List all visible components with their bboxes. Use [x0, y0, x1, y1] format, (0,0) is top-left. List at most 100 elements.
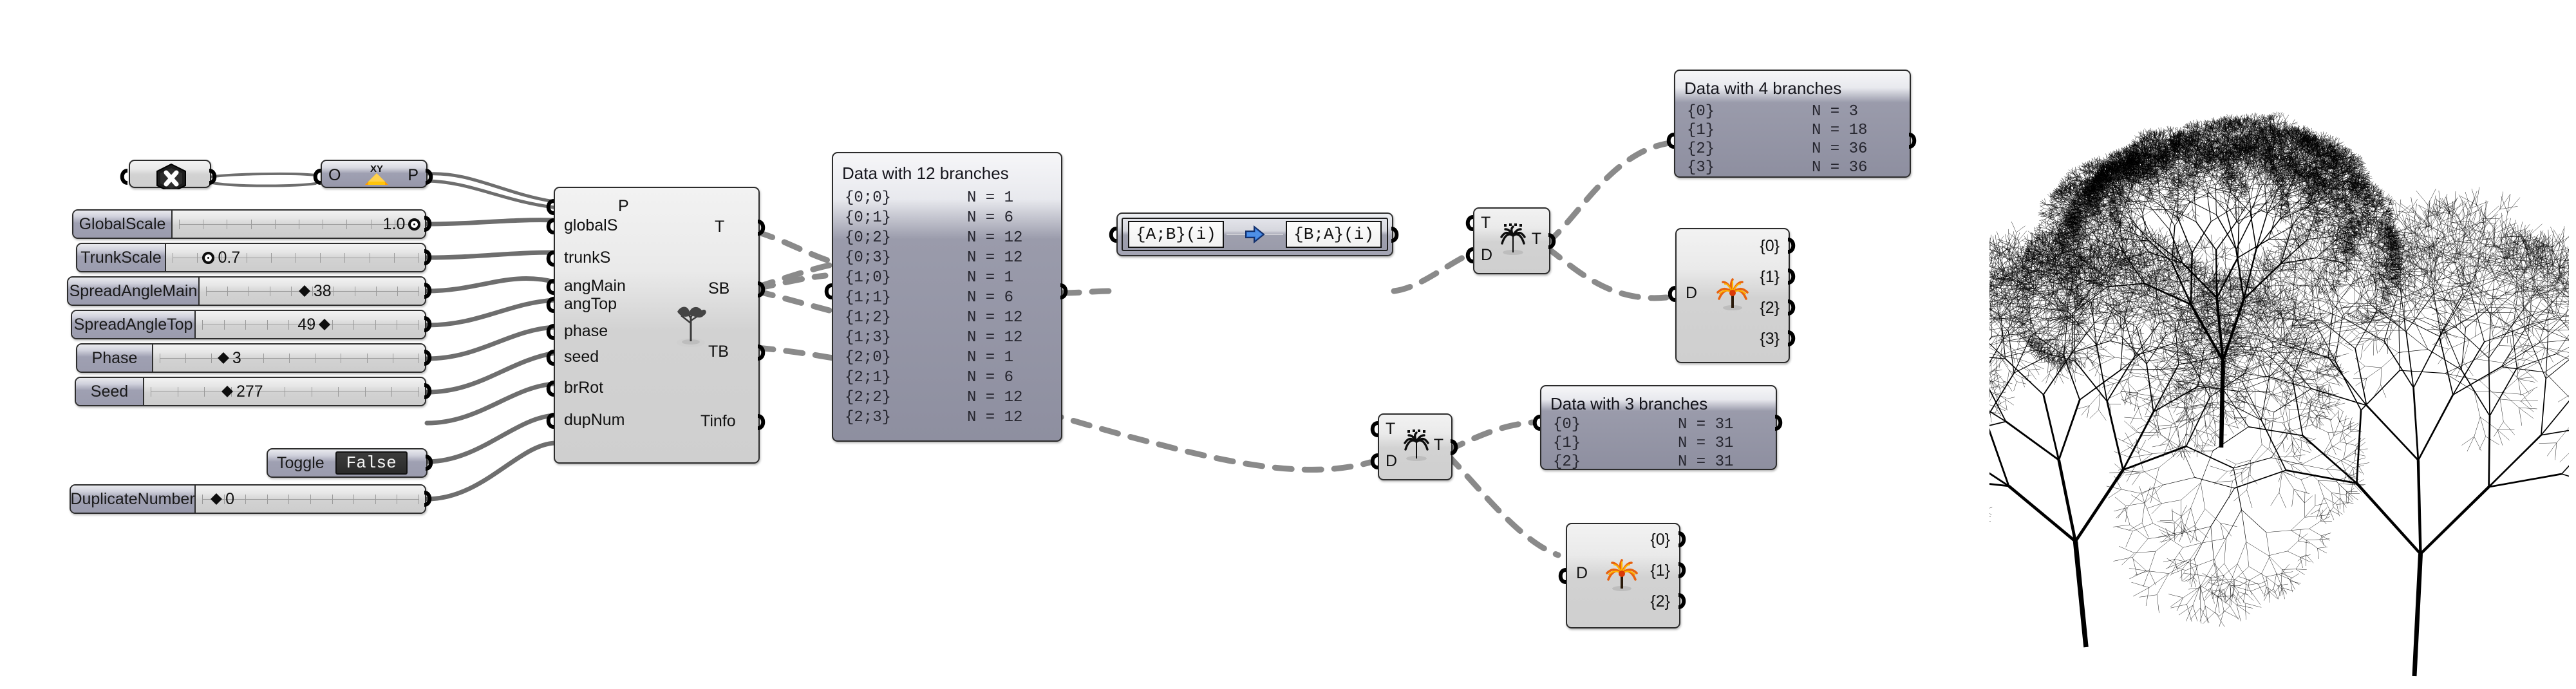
slider-knob-diamond-icon[interactable] [218, 346, 229, 358]
panel-4-title: Data with 4 branches [1684, 79, 1841, 99]
global-scale-slider-value[interactable]: 1.0 [383, 211, 421, 238]
tick-marks [202, 499, 418, 500]
spread-angle-main-slider-value-text: 38 [314, 282, 332, 301]
spread-angle-main-slider[interactable]: SpreadAngleMain 38 [67, 276, 426, 306]
tree-branch-top-node[interactable]: T D T [1473, 207, 1550, 274]
spread-angle-main-slider-track[interactable]: 38 [200, 278, 425, 305]
global-scale-slider-track[interactable]: 1.0 [173, 211, 425, 238]
branch-path: {0;1} [845, 209, 891, 227]
branch-path: {2} [1553, 453, 1581, 471]
branch-count: N = 1 [967, 349, 1013, 366]
grasshopper-canvas: O XY P GlobalScale 1.0 TrunkScale 0.7 Spread… [0, 0, 2576, 689]
explode-tree-bottom-output-1: {1} [1650, 562, 1670, 580]
point-param-node[interactable] [129, 160, 211, 188]
tree-branch-bottom-node[interactable]: T D T [1378, 413, 1453, 480]
panel-4-branches-node[interactable]: Data with 4 branches {0} N = 3 {1} N = 18 {2… [1674, 70, 1911, 178]
phase-slider-track[interactable]: 3 [153, 344, 425, 372]
branch-count: N = 12 [967, 229, 1022, 247]
toggle-value[interactable]: False [335, 451, 408, 475]
spread-angle-top-slider-value-text: 49 [297, 316, 315, 334]
xy-plane-node[interactable]: O XY P [321, 160, 428, 188]
tree-generator-input-globalS: globalS [564, 216, 648, 235]
global-scale-slider-label: GlobalScale [73, 211, 173, 238]
branch-count: N = 6 [967, 289, 1013, 307]
tree-generator-input-angTop: angTop [564, 295, 648, 314]
trunk-scale-slider-value[interactable]: 0.7 [202, 244, 240, 271]
spread-angle-top-slider-value[interactable]: 49 [297, 311, 330, 338]
slider-knob-diamond-icon[interactable] [299, 279, 310, 291]
explode-tree-top-output-1: {1} [1760, 268, 1780, 287]
phase-slider[interactable]: Phase 3 [76, 343, 426, 373]
xy-plane-icon: XY [359, 163, 394, 189]
phase-slider-value[interactable]: 3 [218, 344, 241, 372]
seed-slider[interactable]: Seed 277 [75, 377, 426, 406]
branch-path: {1;3} [845, 329, 891, 346]
seed-slider-value[interactable]: 277 [221, 378, 263, 405]
branch-path: {1;1} [845, 289, 891, 307]
branch-path: {2;0} [845, 349, 891, 366]
slider-knob-diamond-icon[interactable] [221, 380, 233, 392]
path-mapper-target[interactable]: {B;A}(i) [1286, 221, 1382, 248]
trunk-scale-slider-label: TrunkScale [77, 244, 166, 271]
branch-count: N = 1 [967, 269, 1013, 287]
spread-angle-top-slider-label: SpreadAngleTop [72, 311, 196, 338]
phase-slider-label: Phase [77, 344, 153, 372]
tick-marks [160, 358, 418, 359]
panel-12-title: Data with 12 branches [842, 164, 1009, 184]
tree-generator-input-angMain: angMain [564, 277, 648, 296]
branch-count: N = 31 [1678, 435, 1733, 452]
palm-black-icon [1499, 223, 1527, 259]
tree-generator-input-P: P [618, 197, 702, 216]
branch-path: {0;0} [845, 189, 891, 207]
slider-knob-diamond-icon[interactable] [319, 313, 330, 325]
slider-knob-circle-icon[interactable] [202, 252, 214, 264]
branch-path: {2} [1687, 140, 1715, 158]
tree-sapling-icon [668, 297, 713, 349]
spread-angle-top-slider-track[interactable]: 49 [196, 311, 425, 338]
tree-generator-input-dupNum: dupNum [564, 411, 648, 429]
panel-3-branches-node[interactable]: Data with 3 branches {0} N = 31 {1} N = 31{… [1540, 385, 1777, 470]
explode-tree-bottom-input-D: D [1576, 564, 1588, 583]
explode-tree-top-input-D: D [1686, 284, 1697, 303]
seed-slider-value-text: 277 [236, 382, 263, 401]
path-mapper-node[interactable]: {A;B}(i) {B;A}(i) [1116, 212, 1393, 256]
explode-tree-top-output-3: {3} [1760, 330, 1780, 348]
explode-tree-bottom-node[interactable]: D {0} {1} {2} [1566, 523, 1680, 628]
branch-path: {0} [1687, 103, 1715, 120]
spread-angle-top-slider[interactable]: SpreadAngleTop 49 [71, 310, 426, 339]
tree-generator-input-seed: seed [564, 348, 648, 366]
trunk-scale-slider-track[interactable]: 0.7 [166, 244, 425, 271]
panel-3-title: Data with 3 branches [1550, 394, 1707, 414]
branch-count: N = 12 [967, 309, 1022, 326]
panel-12-branches-node[interactable]: Data with 12 branches {0;0} N = 1 {0;1} N =… [832, 152, 1062, 442]
slider-knob-circle-icon[interactable] [408, 218, 420, 231]
trunk-scale-slider[interactable]: TrunkScale 0.7 [76, 243, 426, 272]
path-mapper-source[interactable]: {A;B}(i) [1128, 221, 1224, 248]
tree-branch-bottom-output-T: T [1434, 436, 1443, 455]
spread-angle-main-slider-label: SpreadAngleMain [68, 278, 200, 305]
branch-path: {3} [1687, 159, 1715, 176]
duplicate-number-slider-value[interactable]: 0 [211, 486, 234, 513]
spread-angle-main-slider-value[interactable]: 38 [299, 278, 332, 305]
slider-knob-diamond-icon[interactable] [211, 487, 222, 499]
duplicate-number-slider-track[interactable]: 0 [196, 486, 425, 513]
branch-count: N = 3 [1812, 103, 1858, 120]
explode-tree-top-node[interactable]: D {0} {1} {2} {3} [1675, 228, 1790, 363]
branch-path: {0;3} [845, 249, 891, 267]
branch-path: {2;2} [845, 389, 891, 406]
seed-slider-track[interactable]: 277 [144, 378, 425, 405]
palm-orange-icon [1603, 556, 1641, 594]
tree-preview [1989, 103, 2569, 683]
branch-count: N = 36 [1812, 140, 1867, 158]
branch-count: N = 6 [967, 209, 1013, 227]
explode-tree-top-output-0: {0} [1760, 237, 1780, 256]
branch-count: N = 12 [967, 409, 1022, 426]
palm-black-icon [1402, 429, 1431, 465]
xy-plane-input-label: O [328, 166, 341, 185]
toggle-node[interactable]: Toggle False [267, 448, 428, 478]
global-scale-slider[interactable]: GlobalScale 1.0 [72, 209, 426, 239]
duplicate-number-slider[interactable]: DuplicateNumber 0 [70, 484, 426, 514]
duplicate-number-slider-label: DuplicateNumber [71, 486, 196, 513]
branch-path: {0;2} [845, 229, 891, 247]
branch-path: {1} [1687, 122, 1715, 139]
